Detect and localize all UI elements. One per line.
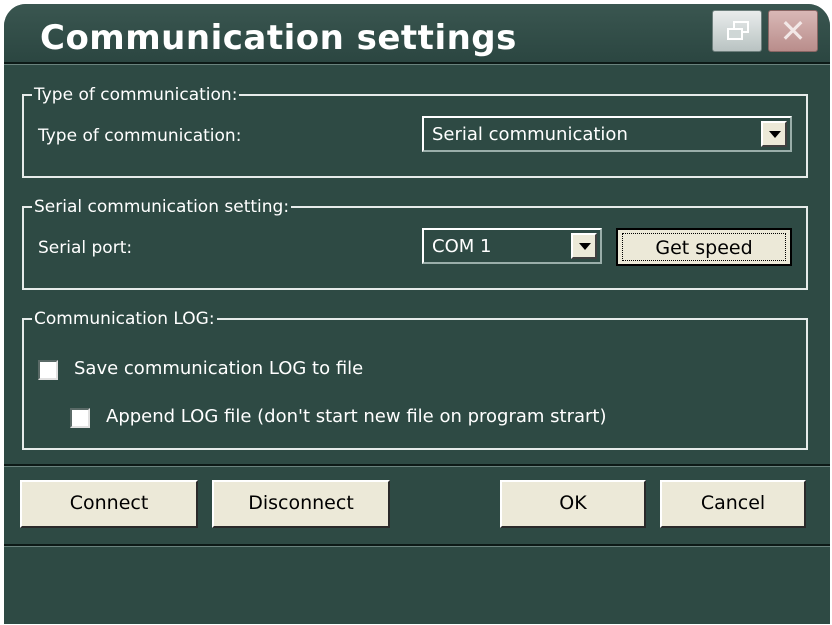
- title-bar[interactable]: Communication settings ✕: [4, 4, 830, 62]
- get-speed-label: Get speed: [622, 233, 786, 261]
- chevron-down-icon[interactable]: [761, 121, 787, 147]
- save-log-label[interactable]: Save communication LOG to file: [74, 358, 363, 379]
- connect-button[interactable]: Connect: [20, 480, 198, 528]
- type-of-communication-select[interactable]: Serial communication: [422, 116, 792, 152]
- serial-port-value: COM 1: [432, 236, 492, 257]
- type-of-communication-value: Serial communication: [432, 124, 628, 145]
- type-group-legend: Type of communication:: [34, 85, 238, 105]
- status-bar: [4, 547, 830, 624]
- buttons-top-divider: [4, 464, 830, 467]
- title-divider: [4, 62, 830, 65]
- type-of-communication-label: Type of communication:: [38, 126, 242, 146]
- ok-button[interactable]: OK: [500, 480, 646, 528]
- serial-port-label: Serial port:: [38, 238, 133, 258]
- close-icon: ✕: [779, 12, 807, 50]
- log-group-legend: Communication LOG:: [34, 309, 215, 329]
- window-title: Communication settings: [40, 18, 517, 58]
- get-speed-button[interactable]: Get speed: [616, 228, 792, 266]
- communication-log-group: Communication LOG:: [22, 310, 808, 450]
- communication-settings-window: Communication settings ✕ Type of communi…: [4, 4, 830, 624]
- serial-group-legend: Serial communication setting:: [34, 197, 290, 217]
- close-button[interactable]: ✕: [768, 10, 818, 52]
- serial-port-select[interactable]: COM 1: [422, 228, 602, 264]
- chevron-down-icon[interactable]: [571, 233, 597, 259]
- restore-button[interactable]: [712, 10, 762, 52]
- append-log-label[interactable]: Append LOG file (don't start new file on…: [106, 406, 607, 427]
- append-log-checkbox[interactable]: [70, 408, 90, 428]
- status-divider: [4, 544, 830, 547]
- cancel-button[interactable]: Cancel: [660, 480, 806, 528]
- disconnect-button[interactable]: Disconnect: [212, 480, 390, 528]
- save-log-checkbox[interactable]: [38, 360, 58, 380]
